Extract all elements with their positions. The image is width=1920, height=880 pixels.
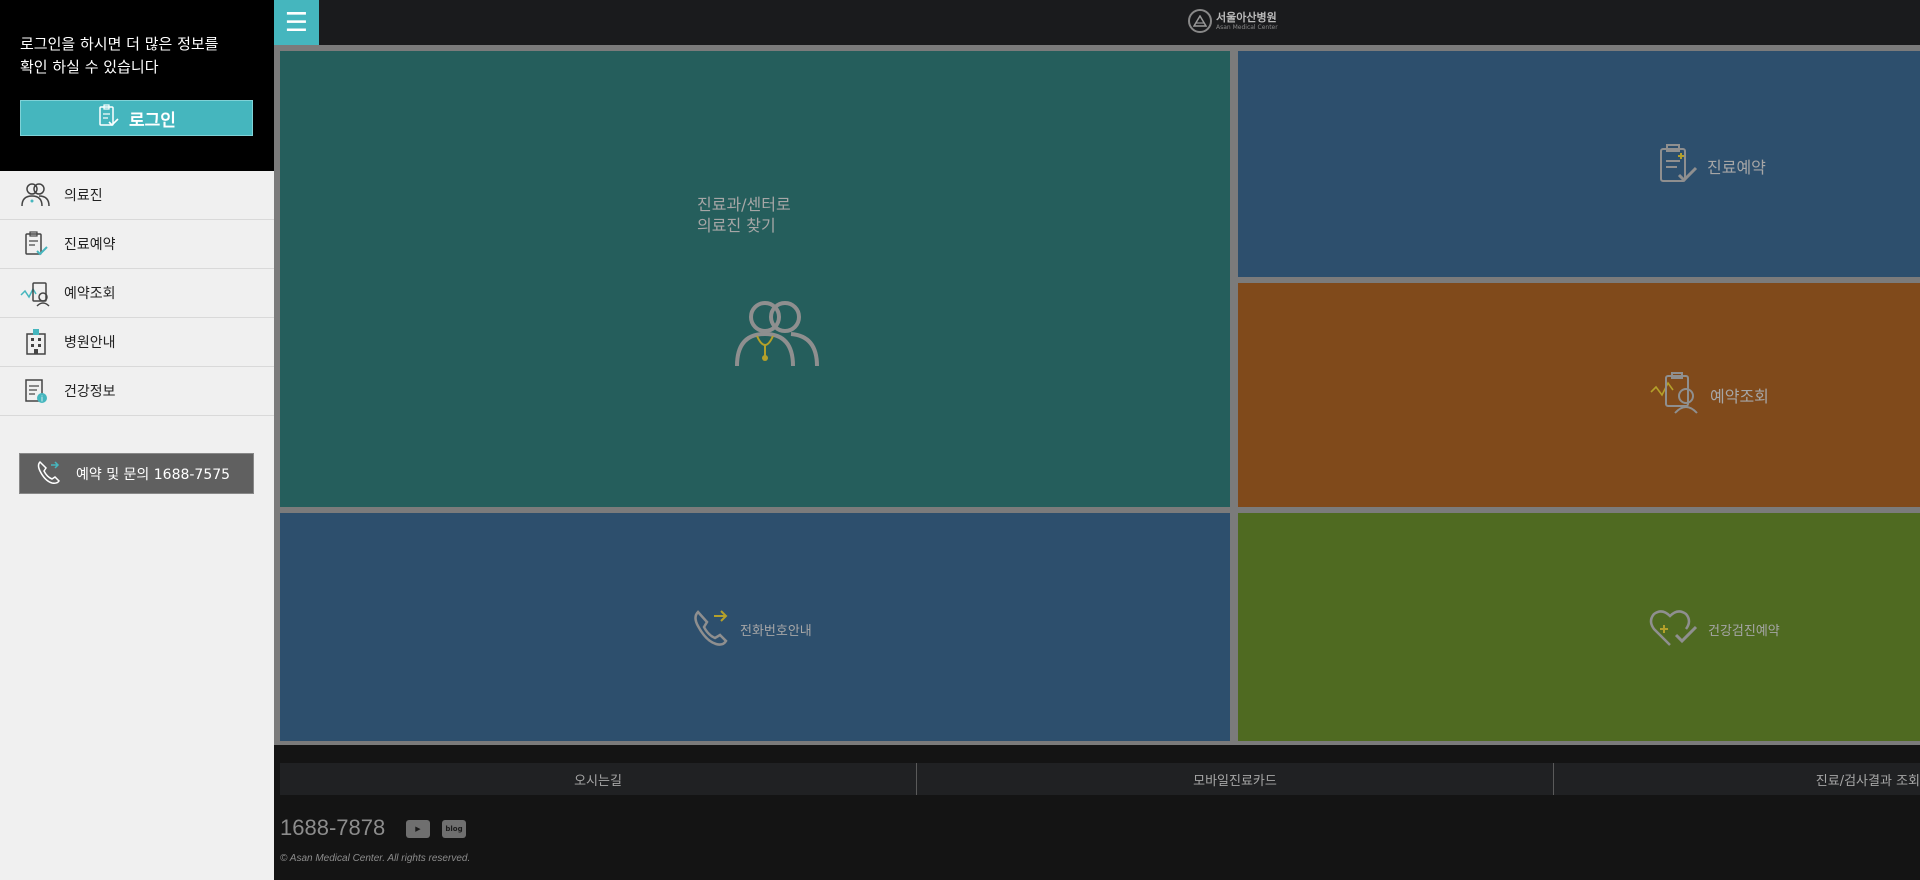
phone-icon	[692, 607, 732, 651]
clipboard-login-icon	[97, 103, 119, 133]
sidebar-item-label: 예약조회	[64, 286, 116, 302]
doctors-icon	[735, 298, 819, 372]
reservation-search-icon	[20, 277, 52, 309]
login-button[interactable]: 로그인	[20, 100, 253, 136]
tile-find-doctor[interactable]: 진료과/센터로 의료진 찾기	[280, 51, 1230, 507]
svg-text:i: i	[41, 395, 43, 404]
heart-check-icon	[1648, 607, 1700, 651]
sidebar-item-reservation[interactable]: 진료예약	[0, 220, 274, 269]
call-button[interactable]: 예약 및 문의 1688-7575	[19, 453, 254, 494]
hamburger-menu-icon[interactable]: ☰	[274, 0, 319, 45]
doctors-icon	[20, 179, 52, 211]
sidebar-item-reservation-check[interactable]: 예약조회	[0, 269, 274, 318]
tile-reservation-check[interactable]: 예약조회	[1238, 283, 1920, 507]
logo-korean-text: 서울아산병원	[1216, 10, 1277, 24]
sidebar-item-doctors[interactable]: 의료진	[0, 171, 274, 220]
tile-reservation-check-label: 예약조회	[1710, 387, 1769, 406]
footer-link-results[interactable]: 진료/검사결과 조회	[1554, 763, 1920, 795]
tile-find-doctor-title: 진료과/센터로 의료진 찾기	[697, 195, 791, 235]
sidebar-item-label: 진료예약	[64, 237, 116, 253]
reservation-search-icon	[1650, 372, 1702, 418]
sidebar-item-label: 병원안내	[64, 335, 116, 351]
tile-health-checkup[interactable]: 건강검진예약	[1238, 513, 1920, 741]
youtube-icon[interactable]: ▶	[406, 820, 430, 838]
tile-reservation-label: 진료예약	[1707, 158, 1766, 177]
tile-reservation[interactable]: 진료예약	[1238, 51, 1920, 277]
login-message: 로그인을 하시면 더 많은 정보를 확인 하실 수 있습니다	[20, 35, 219, 76]
health-info-icon: i	[20, 375, 52, 407]
login-panel: 로그인을 하시면 더 많은 정보를 확인 하실 수 있습니다 로그인	[0, 0, 274, 171]
footer: 오시는길 모바일진료카드 진료/검사결과 조회 1688-7878 ▶ blog…	[274, 745, 1920, 880]
hospital-building-icon	[20, 326, 52, 358]
tile-grid: 진료과/센터로 의료진 찾기 진료예약 예약조회 전화번호안내 건강검진예약	[274, 45, 1920, 745]
clipboard-check-icon	[20, 228, 52, 260]
footer-links: 오시는길 모바일진료카드 진료/검사결과 조회	[280, 763, 1920, 795]
footer-link-directions[interactable]: 오시는길	[280, 763, 917, 795]
top-bar: ☰ 서울아산병원 Asan Medical Center	[274, 0, 1920, 45]
sidebar: 로그인을 하시면 더 많은 정보를 확인 하실 수 있습니다 로그인 의료진 진…	[0, 0, 274, 880]
sidebar-item-hospital-guide[interactable]: 병원안내	[0, 318, 274, 367]
tile-health-checkup-label: 건강검진예약	[1708, 623, 1780, 639]
sidebar-item-label: 의료진	[64, 188, 103, 204]
call-button-label: 예약 및 문의 1688-7575	[76, 466, 231, 483]
footer-phone-number: 1688-7878	[280, 815, 386, 840]
hospital-logo[interactable]: 서울아산병원 Asan Medical Center	[1188, 9, 1278, 33]
clipboard-check-icon	[1657, 143, 1699, 189]
blog-icon[interactable]: blog	[442, 820, 466, 838]
phone-icon	[36, 459, 62, 489]
login-button-label: 로그인	[129, 110, 176, 131]
tile-phone-guide[interactable]: 전화번호안내	[280, 513, 1230, 741]
logo-emblem-icon	[1188, 9, 1212, 33]
tile-phone-guide-label: 전화번호안내	[740, 623, 812, 639]
sidebar-item-label: 건강정보	[64, 384, 116, 400]
sidebar-item-health-info[interactable]: i 건강정보	[0, 367, 274, 416]
sidebar-menu: 의료진 진료예약 예약조회 병원안내 i 건강정보	[0, 171, 274, 416]
copyright-text: © Asan Medical Center. All rights reserv…	[280, 853, 471, 864]
logo-english-text: Asan Medical Center	[1216, 23, 1278, 31]
footer-link-mobile-card[interactable]: 모바일진료카드	[917, 763, 1554, 795]
